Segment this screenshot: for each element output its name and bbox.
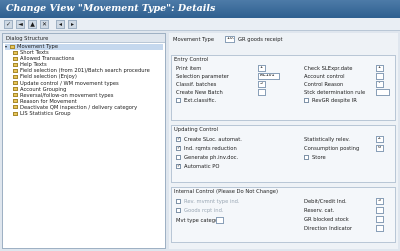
window-title: Change View "Movement Type": Details: [6, 3, 216, 14]
selection-parameter-label: Selection parameter: [176, 74, 229, 80]
account-control-field[interactable]: [376, 73, 384, 80]
statistically-relev-label: Statistically relev.: [304, 137, 350, 143]
cancel-icon[interactable]: ✕: [40, 20, 49, 29]
tree-item-label: Update control / WM movement types: [20, 80, 119, 87]
entry-control-group: Entry Control Print item 1 Selection par…: [171, 55, 396, 121]
stck-determination-label: Stck determination rule: [304, 90, 366, 96]
save-icon[interactable]: ✓: [4, 20, 13, 29]
details-panel: Movement Type 101 GR goods receipt Entry…: [169, 33, 398, 249]
internal-control-title: Internal Control (Please Do Not Change): [174, 189, 278, 195]
ext-classif-label: Ext.classific.: [184, 98, 217, 104]
selection-parameter-field[interactable]: WE101: [258, 73, 280, 80]
debit-credit-label: Debit/Credit Ind.: [304, 199, 347, 205]
automatic-po-label: Automatic PO: [184, 164, 220, 170]
print-item-label: Print item: [176, 66, 202, 72]
tree-item-label: Deactivate QM inspection / delivery cate…: [20, 104, 138, 111]
tree: ▾ Movement Type Short Texts Allowed Trans…: [3, 43, 165, 118]
prev-icon[interactable]: ◂: [56, 20, 65, 29]
automatic-po-checkbox[interactable]: ✓: [176, 164, 181, 169]
check-sled-field[interactable]: 1: [376, 65, 384, 72]
reserv-cat-field[interactable]: [376, 207, 384, 214]
control-reason-field[interactable]: -: [376, 81, 384, 88]
exit-icon[interactable]: ▲: [28, 20, 37, 29]
revgr-checkbox[interactable]: [304, 98, 309, 103]
updating-control-title: Updating Control: [174, 127, 219, 133]
rev-mvmnt-checkbox: [176, 199, 181, 204]
folder-icon: [13, 87, 18, 92]
check-sled-label: Check SLExpr.date: [304, 66, 353, 72]
folder-open-icon: [10, 44, 15, 49]
folder-icon: [13, 111, 18, 116]
tree-item-label: Short Texts: [20, 50, 49, 57]
movement-type-code[interactable]: 101: [225, 36, 235, 43]
next-icon[interactable]: ▸: [68, 20, 77, 29]
tree-item[interactable]: LIS Statistics Group: [5, 111, 163, 117]
folder-icon: [13, 93, 18, 98]
tree-item-label: Reason for Movement: [20, 98, 77, 105]
revgr-label: RevGR despite IR: [312, 98, 357, 104]
store-checkbox[interactable]: [304, 155, 309, 160]
goods-rcpt-label: Goods rcpt ind.: [184, 208, 224, 214]
tree-item-label: Help Texts: [20, 62, 47, 69]
gr-blocked-label: GR blocked stock: [304, 217, 349, 223]
toolbar: ✓ ◄ ▲ ✕ ◂ ▸: [0, 18, 400, 31]
folder-icon: [13, 81, 18, 86]
updating-control-group: Updating Control ✓ Create SLoc. automat.…: [171, 125, 396, 183]
entry-control-title: Entry Control: [174, 57, 209, 63]
dialog-structure-panel: Dialog Structure ▾ Movement Type Short Te…: [2, 33, 166, 249]
ext-classif-checkbox[interactable]: [176, 98, 181, 103]
tree-item-label: Reversal/follow-on movement types: [20, 92, 114, 99]
reserv-cat-label: Reserv. cat.: [304, 208, 335, 214]
gr-blocked-field[interactable]: [376, 216, 384, 223]
tree-item-label: Field selection (from 201)/Batch search …: [20, 68, 150, 75]
folder-icon: [13, 74, 18, 79]
ind-rqmts-checkbox[interactable]: ✓: [176, 146, 181, 151]
folder-icon: [13, 105, 18, 110]
internal-control-group: Internal Control (Please Do Not Change) …: [171, 187, 396, 243]
tree-item-label: Field selection (Enjoy): [20, 74, 77, 81]
create-sloc-label: Create SLoc. automat.: [184, 137, 242, 143]
tree-item-label: Allowed Transactions: [20, 56, 75, 63]
create-new-batch-label: Create New Batch: [176, 90, 223, 96]
back-icon[interactable]: ◄: [16, 20, 25, 29]
classif-batches-field[interactable]: 3: [258, 81, 266, 88]
direction-indicator-label: Direction Indicator: [304, 226, 353, 232]
statistically-relev-field[interactable]: 2: [376, 136, 384, 143]
ind-rqmts-label: Ind. rqmts reduction: [184, 146, 237, 152]
print-item-field[interactable]: 1: [258, 65, 266, 72]
create-new-batch-field[interactable]: [258, 89, 266, 96]
direction-indicator-field[interactable]: [376, 225, 384, 232]
goods-rcpt-checkbox: [176, 208, 181, 213]
account-control-label: Account control: [304, 74, 345, 80]
folder-icon: [13, 56, 18, 61]
store-label: Store: [312, 155, 326, 161]
consumption-posting-label: Consumption posting: [304, 146, 360, 152]
consumption-posting-field[interactable]: G: [376, 145, 384, 152]
tree-root-label: Movement Type: [17, 44, 59, 50]
movement-type-text: GR goods receipt: [238, 37, 283, 43]
generate-phinv-checkbox[interactable]: [176, 155, 181, 160]
control-reason-label: Control Reason: [304, 82, 344, 88]
debit-credit-field[interactable]: S: [376, 198, 384, 205]
dialog-structure-header: Dialog Structure: [3, 34, 165, 43]
tree-item-label: Account Grouping: [20, 86, 67, 93]
movement-type-label: Movement Type: [173, 37, 215, 43]
folder-icon: [13, 50, 18, 55]
generate-phinv-label: Generate ph.inv.doc.: [184, 155, 239, 161]
rev-mvmnt-label: Rev. mvmnt type ind.: [184, 199, 240, 205]
mvt-type-category-field[interactable]: [216, 217, 224, 224]
classif-batches-label: Classif. batches: [176, 82, 217, 88]
title-bar: Change View "Movement Type": Details: [0, 0, 400, 18]
create-sloc-checkbox[interactable]: ✓: [176, 137, 181, 142]
tree-item-label: LIS Statistics Group: [20, 111, 71, 118]
folder-icon: [13, 99, 18, 104]
folder-icon: [13, 68, 18, 73]
folder-icon: [13, 62, 18, 67]
stck-determination-field[interactable]: [376, 89, 390, 96]
